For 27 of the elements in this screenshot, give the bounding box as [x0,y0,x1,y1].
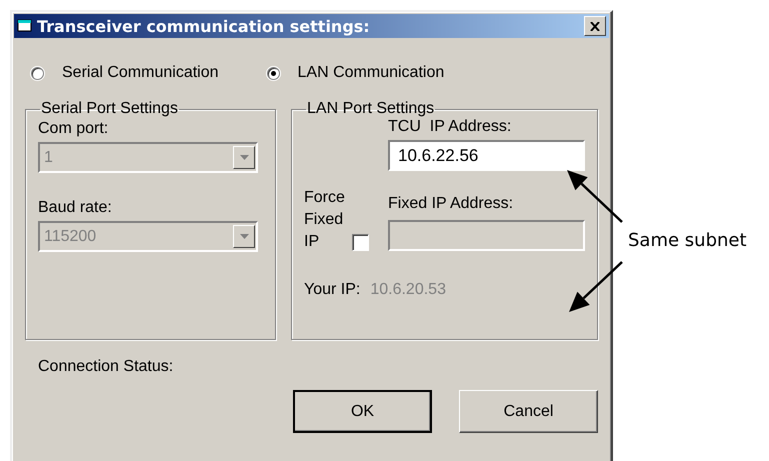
dialog-button[interactable]: OK [293,390,432,433]
arrow [567,170,623,223]
window-title: Transceiver communication settings: [37,16,371,36]
radio-label: Serial Communication [62,64,219,82]
field-label: Com port: [38,120,108,137]
radio-button[interactable] [31,66,44,80]
arrow [569,261,623,312]
input-field[interactable]: 10.6.22.56 [388,140,585,171]
ip-value: 10.6.20.53 [370,281,446,299]
radio-button[interactable] [266,66,280,80]
radio-label: LAN Communication [298,64,444,82]
field-label: Fixed IP Address: [388,195,514,214]
field-label: Baud rate: [38,199,112,216]
group-title: LAN Port Settings [306,100,436,118]
checkbox-label: Force Fixed IP [304,188,346,252]
caret-icon [240,155,248,160]
annotation-text: Same subnet [628,230,747,251]
caret-icon [240,234,248,239]
close-icon [590,22,600,30]
field-label: TCU IP Address: [388,118,512,136]
field-label: Your IP: [304,281,360,299]
dialog-button[interactable]: Cancel [459,390,598,433]
status-label: Connection Status: [38,358,174,375]
window-icon [17,19,33,33]
close-button[interactable] [584,16,606,36]
group-title: Serial Port Settings [40,100,179,118]
checkbox[interactable] [352,234,369,251]
